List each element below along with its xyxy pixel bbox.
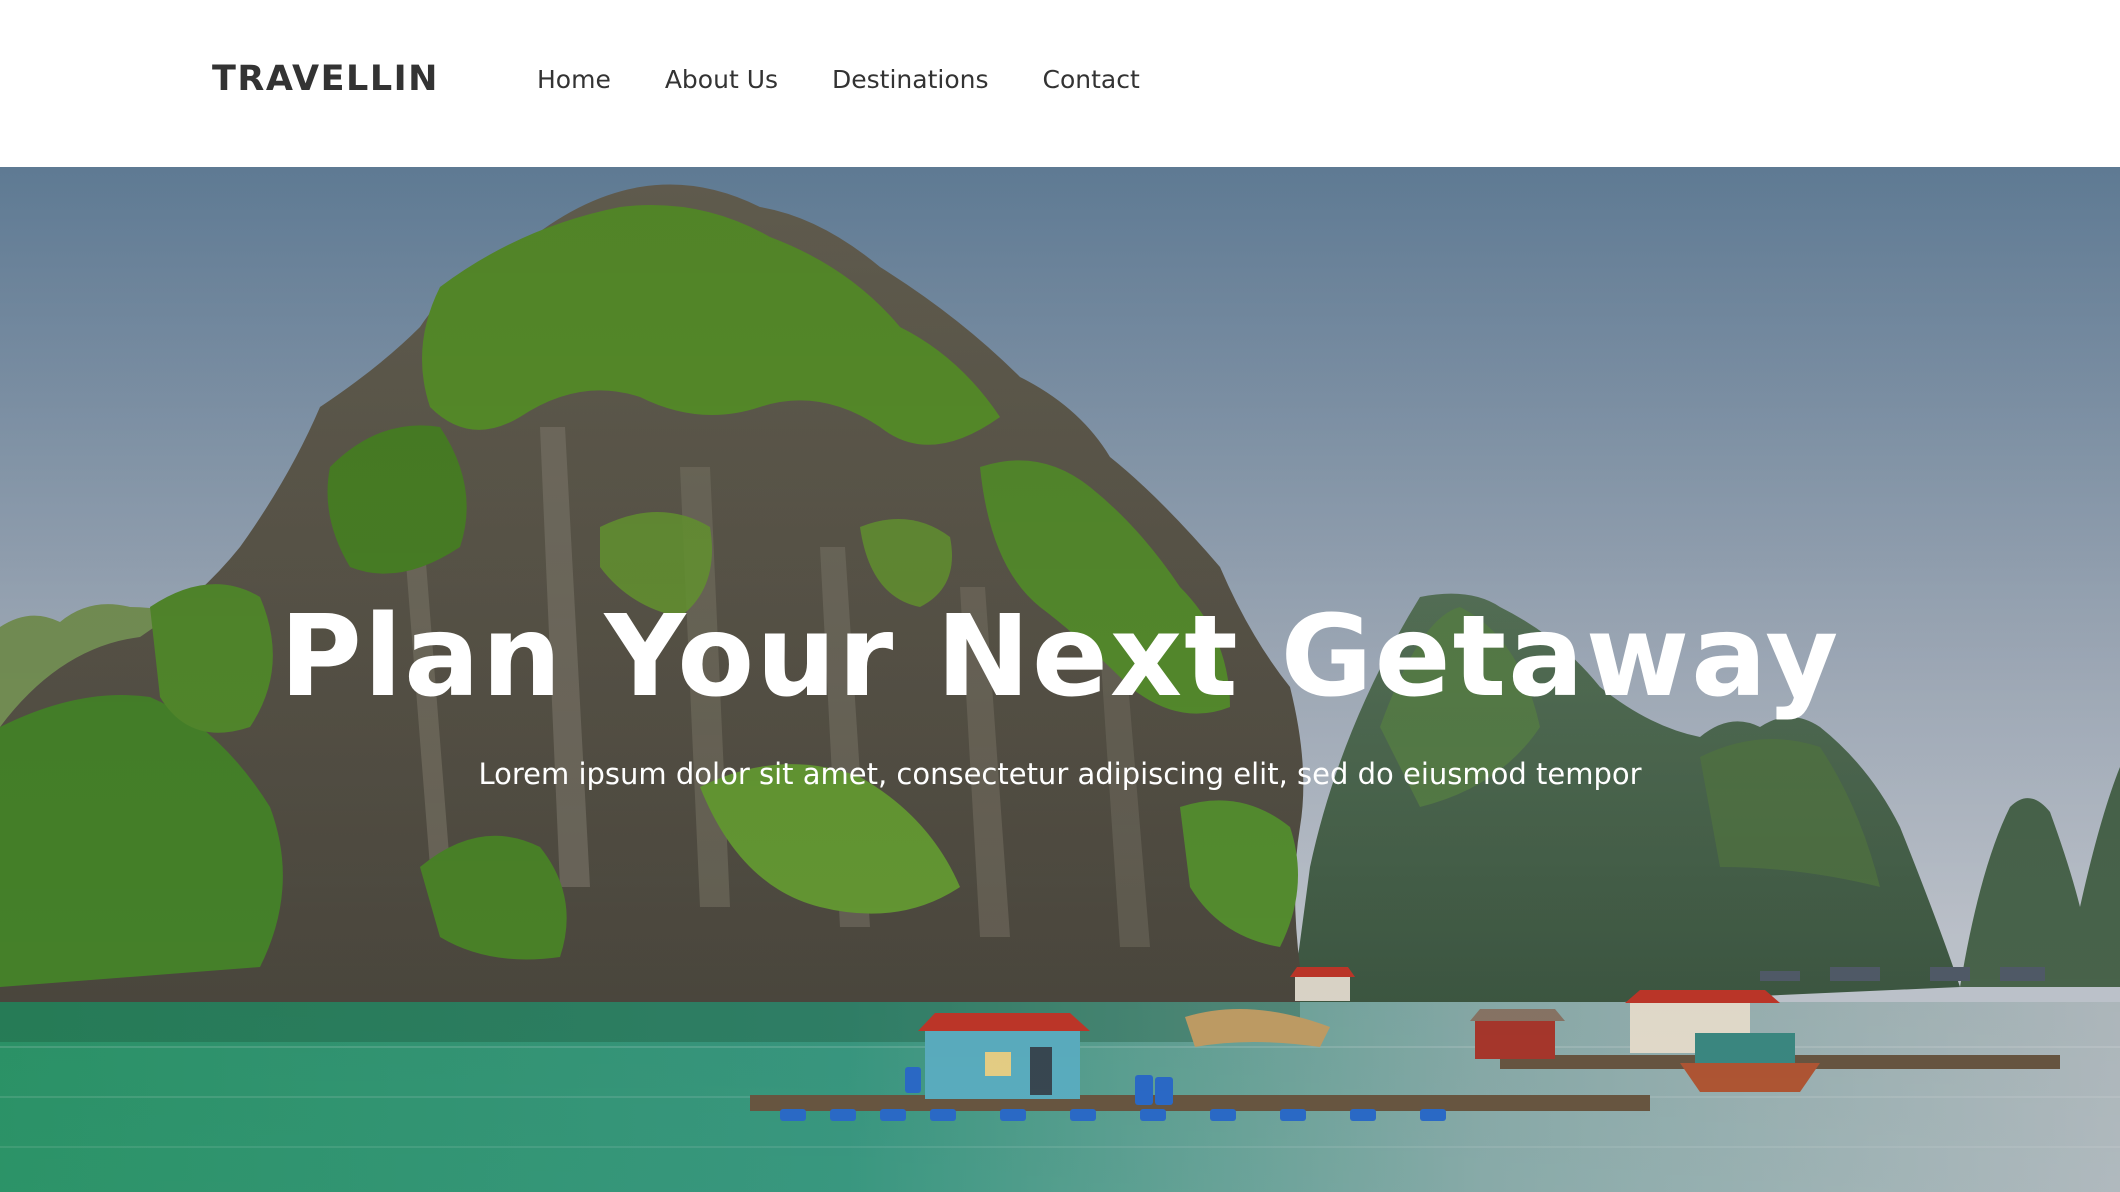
hero-title: Plan Your Next Getaway bbox=[279, 592, 1841, 722]
nav-link-contact[interactable]: Contact bbox=[1043, 61, 1140, 99]
hero-section: Plan Your Next Getaway Lorem ipsum dolor… bbox=[0, 167, 2120, 1192]
site-logo[interactable]: TRAVELLIN bbox=[212, 56, 439, 102]
hero-subtitle: Lorem ipsum dolor sit amet, consectetur … bbox=[478, 757, 1642, 791]
nav-link-about-us[interactable]: About Us bbox=[665, 61, 778, 99]
nav-link-home[interactable]: Home bbox=[537, 61, 611, 99]
main-nav: Home About Us Destinations Contact bbox=[537, 61, 1194, 99]
nav-link-destinations[interactable]: Destinations bbox=[832, 61, 988, 99]
navbar: TRAVELLIN Home About Us Destinations Con… bbox=[0, 0, 2120, 167]
